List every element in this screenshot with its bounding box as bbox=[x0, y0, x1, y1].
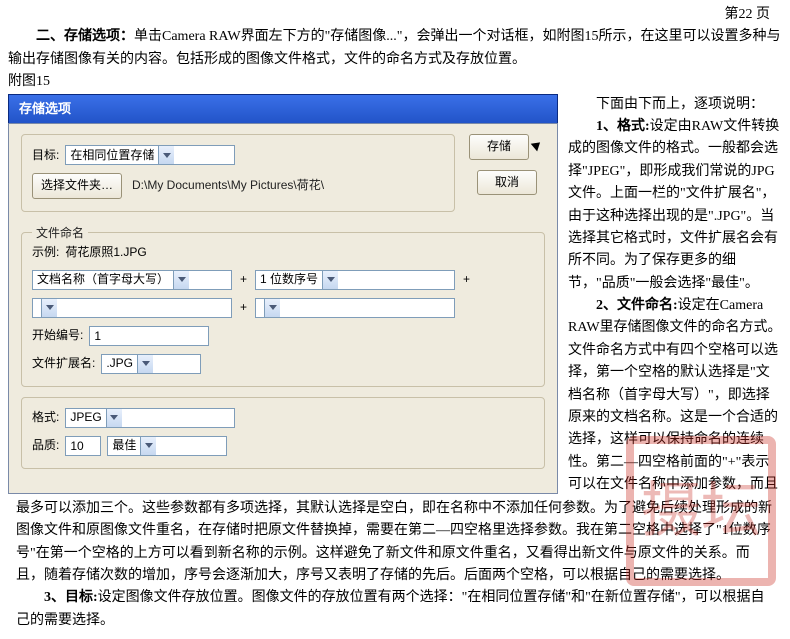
dialog-titlebar: 存储选项 bbox=[8, 94, 558, 124]
chevron-down-icon[interactable] bbox=[173, 271, 189, 289]
page-number: 第22 页 bbox=[0, 0, 790, 26]
target-label: 目标: bbox=[32, 146, 59, 165]
plus-icon: + bbox=[238, 270, 249, 289]
continuation-paragraph: 最多可以添加三个。这些参数都有多项选择，其默认选择是空白，即在名称中不添加任何参… bbox=[8, 498, 782, 588]
name-slot-2-combo[interactable]: 1 位数序号 bbox=[255, 270, 455, 290]
ext-combo[interactable]: .JPG bbox=[101, 354, 201, 374]
chevron-down-icon[interactable] bbox=[41, 299, 57, 317]
example-value: 荷花原照1.JPG bbox=[65, 243, 146, 262]
name-slot-1-combo[interactable]: 文档名称（首字母大写） bbox=[32, 270, 232, 290]
quality-num-input[interactable]: 10 bbox=[65, 436, 101, 456]
format-combo[interactable]: JPEG bbox=[65, 408, 235, 428]
chevron-down-icon[interactable] bbox=[264, 299, 280, 317]
save-button[interactable]: 存储 bbox=[469, 134, 529, 159]
select-folder-button[interactable]: 选择文件夹… bbox=[32, 173, 122, 198]
target-location-value: 在相同位置存储 bbox=[66, 146, 158, 165]
quality-text-combo[interactable]: 最佳 bbox=[107, 436, 227, 456]
target-location-combo[interactable]: 在相同位置存储 bbox=[65, 145, 235, 165]
intro-paragraph: 二、存储选项：单击Camera RAW界面左下方的"存储图像..."，会弹出一个… bbox=[0, 26, 790, 71]
plus-icon: + bbox=[461, 270, 472, 289]
name-slot-3-combo[interactable] bbox=[32, 298, 232, 318]
naming-fieldset: 文件命名 示例: 荷花原照1.JPG 文档名称（首字母大写） + 1 位数序号 bbox=[21, 232, 545, 387]
save-options-dialog: 存储选项 存储 取消 目标: 在相同位置存储 bbox=[8, 94, 558, 494]
plus-icon: + bbox=[238, 298, 249, 317]
chevron-down-icon[interactable] bbox=[158, 146, 174, 164]
format-fieldset: 格式: JPEG 品质: 10 最佳 bbox=[21, 397, 545, 469]
start-num-input[interactable]: 1 bbox=[89, 326, 209, 346]
target-path: D:\My Documents\My Pictures\荷花\ bbox=[132, 176, 324, 195]
format-label: 格式: bbox=[32, 408, 59, 427]
cursor-icon bbox=[533, 140, 545, 154]
start-num-label: 开始编号: bbox=[32, 326, 83, 345]
chevron-down-icon[interactable] bbox=[140, 437, 156, 455]
chevron-down-icon[interactable] bbox=[137, 355, 153, 373]
intro-bold: 二、存储选项： bbox=[36, 29, 134, 44]
naming-legend: 文件命名 bbox=[32, 224, 88, 243]
chevron-down-icon[interactable] bbox=[106, 409, 122, 427]
example-label: 示例: bbox=[32, 243, 59, 262]
ext-label: 文件扩展名: bbox=[32, 354, 95, 373]
cancel-button[interactable]: 取消 bbox=[477, 170, 537, 195]
chevron-down-icon[interactable] bbox=[322, 271, 338, 289]
p3-paragraph: 3、目标:设定图像文件存放位置。图像文件的存放位置有两个选择："在相同位置存储"… bbox=[8, 587, 782, 632]
target-fieldset: 目标: 在相同位置存储 选择文件夹… D:\My Documents\My Pi… bbox=[21, 134, 455, 211]
figure-ref: 附图15 bbox=[0, 71, 790, 93]
quality-label: 品质: bbox=[32, 436, 59, 455]
name-slot-4-combo[interactable] bbox=[255, 298, 455, 318]
